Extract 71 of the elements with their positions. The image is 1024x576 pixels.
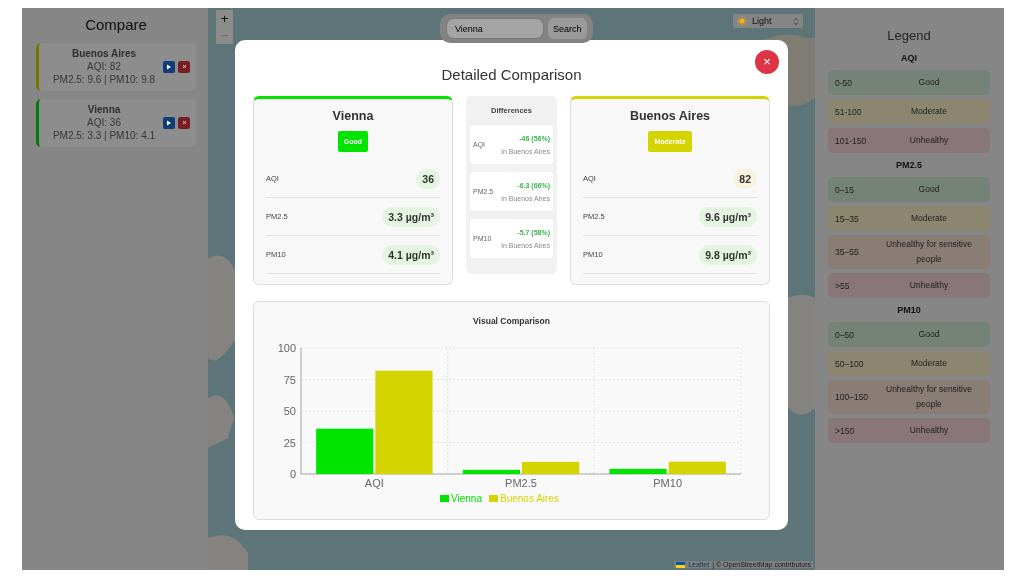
legend-range: 100–150 [835, 392, 870, 402]
play-icon [166, 119, 172, 126]
legend-range: 51-100 [835, 106, 863, 117]
chart-title: Visual Comparison [472, 316, 551, 328]
city-name: Vienna [87, 103, 121, 116]
category-label: AQI [364, 477, 384, 489]
metric-value: 4.1 µg/m³ [382, 244, 440, 265]
aqi-value: AQI: 36 [87, 116, 121, 129]
legend-label: Unhealthy [908, 134, 950, 147]
legend-range: 0-50 [835, 77, 853, 88]
remove-button[interactable] [178, 60, 190, 73]
aqi-value: AQI: 82 [87, 60, 121, 73]
legend-range: 101-150 [835, 135, 868, 146]
legend-label: Moderate [910, 357, 948, 370]
legend-range: 35–55 [835, 247, 860, 257]
close-button[interactable]: × [755, 50, 779, 74]
legend-range: 50–100 [835, 358, 865, 369]
search-field[interactable]: Vienna [446, 18, 544, 39]
legend-label: Unhealthy for sensitive people [885, 383, 973, 411]
sun-icon [737, 16, 747, 26]
particle-values: PM2.5: 9.6 | PM10: 9.8 [52, 73, 156, 86]
search-button[interactable]: Search [548, 18, 587, 39]
axis-tick-label: 100 [277, 342, 296, 354]
legend-range: 0–15 [835, 184, 855, 195]
legend-range: 0–50 [835, 329, 855, 340]
zoom-button[interactable]: + [216, 10, 233, 27]
metric-value: 3.3 µg/m³ [382, 206, 440, 227]
play-icon [166, 63, 172, 70]
category-label: PM10 [653, 477, 683, 489]
legend-range: >150 [835, 425, 856, 436]
metric-value: 82 [733, 168, 757, 189]
close-icon [181, 120, 187, 125]
city-card[interactable]: Vienna AQI: 36 PM2.5: 3.3 | PM10: 4.1 [36, 99, 196, 147]
legend-range: >55 [835, 280, 851, 291]
particle-values: PM2.5: 3.3 | PM10: 4.1 [52, 129, 156, 142]
play-button[interactable] [163, 116, 175, 129]
legend-title: Legend [886, 28, 932, 43]
metric-value: 9.6 µg/m³ [699, 206, 757, 227]
play-button[interactable] [163, 60, 175, 73]
legend-label: Moderate [910, 212, 948, 225]
legend-label: Good [917, 328, 941, 341]
axis-tick-label: 50 [283, 405, 296, 417]
theme-select[interactable]: Light [733, 14, 803, 28]
legend-section-title: PM2.5 [895, 159, 923, 172]
remove-button[interactable] [178, 116, 190, 129]
close-icon [181, 64, 187, 69]
sidebar-title: Compare [84, 16, 148, 33]
legend-label: Buenos Aires [500, 493, 559, 504]
legend-label: Unhealthy [908, 424, 950, 437]
axis-tick-label: 25 [283, 436, 296, 449]
legend-section-title: AQI [900, 52, 918, 65]
axis-tick-label: 75 [283, 373, 296, 386]
legend-label: Unhealthy for sensitive people [885, 238, 973, 266]
legend-label: Good [917, 76, 941, 89]
axis-tick-label: 0 [289, 468, 296, 480]
category-label: PM2.5 [505, 477, 537, 489]
city-card[interactable]: Buenos Aires AQI: 82 PM2.5: 9.6 | PM10: 9.8 [36, 43, 196, 91]
chevron-icon [793, 16, 799, 26]
metric-value: 36 [416, 168, 440, 189]
legend-section-title: PM10 [896, 304, 922, 317]
flag-icon [676, 561, 686, 568]
legend-label: Moderate [910, 105, 948, 118]
dialog-title: Detailed Comparison [441, 65, 582, 83]
legend-label: Vienna [451, 493, 482, 504]
legend-label: Unhealthy [908, 279, 950, 292]
legend-range: 15–35 [835, 213, 860, 224]
legend-label: Good [917, 183, 941, 196]
metric-value: 9.8 µg/m³ [699, 244, 757, 265]
city-name: Buenos Aires [629, 109, 711, 123]
city-name: Buenos Aires [71, 47, 137, 60]
city-name: Vienna [332, 109, 374, 123]
